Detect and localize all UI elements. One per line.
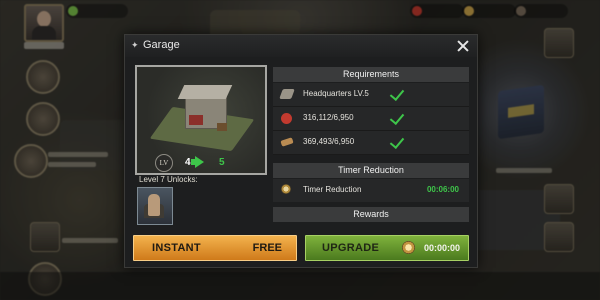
requirement-text: 369,493/6,950 xyxy=(303,137,355,146)
stopwatch-icon xyxy=(281,184,291,194)
building-crate xyxy=(217,123,227,131)
stopwatch-icon xyxy=(402,241,415,254)
building-door xyxy=(189,115,203,125)
requirement-row: Headquarters LV.5 xyxy=(273,83,469,107)
garage-building-icon xyxy=(149,75,255,165)
unlock-item[interactable] xyxy=(137,187,173,225)
timer-reduction-label: Timer Reduction xyxy=(303,185,362,194)
food-icon xyxy=(281,113,292,124)
upgrade-time: 00:00:00 xyxy=(423,243,460,253)
check-icon xyxy=(389,133,405,150)
level-badge-icon: LV xyxy=(155,154,173,172)
upgrade-button-label: UPGRADE xyxy=(322,242,380,254)
current-level: 4 xyxy=(185,157,191,168)
headquarters-icon xyxy=(279,89,295,99)
requirements-header: Requirements xyxy=(273,67,469,82)
building-roof xyxy=(177,85,233,99)
requirement-row: 316,112/6,950 xyxy=(273,107,469,131)
next-level: 5 xyxy=(219,157,225,168)
unlock-figure-head xyxy=(148,194,160,216)
rewards-header: Rewards xyxy=(273,207,469,222)
instant-button-label: INSTANT xyxy=(152,242,201,254)
unlocks-label: Level 7 Unlocks: xyxy=(139,175,198,184)
dialog-title: Garage xyxy=(143,39,180,51)
instant-cost-label: FREE xyxy=(252,242,282,254)
wood-icon xyxy=(280,137,294,147)
close-icon[interactable] xyxy=(453,36,473,56)
title-star-icon: ✦ xyxy=(131,40,139,50)
check-icon xyxy=(389,109,405,126)
instant-button[interactable]: INSTANT FREE xyxy=(133,235,297,261)
requirement-text: Headquarters LV.5 xyxy=(303,89,369,98)
timer-reduction-header: Timer Reduction xyxy=(273,163,469,178)
check-icon xyxy=(389,85,405,102)
requirement-text: 316,112/6,950 xyxy=(303,113,354,122)
upgrade-button[interactable]: UPGRADE 00:00:00 xyxy=(305,235,469,261)
garage-dialog: ✦ Garage LV 4 5 Level 7 Unlocks: Require… xyxy=(124,34,478,268)
requirement-row: 369,493/6,950 xyxy=(273,131,469,155)
arrow-right-icon xyxy=(195,156,204,168)
timer-reduction-value: 00:06:00 xyxy=(426,185,459,194)
timer-reduction-row: Timer Reduction 00:06:00 xyxy=(273,179,469,202)
dialog-header: ✦ Garage xyxy=(125,35,477,57)
